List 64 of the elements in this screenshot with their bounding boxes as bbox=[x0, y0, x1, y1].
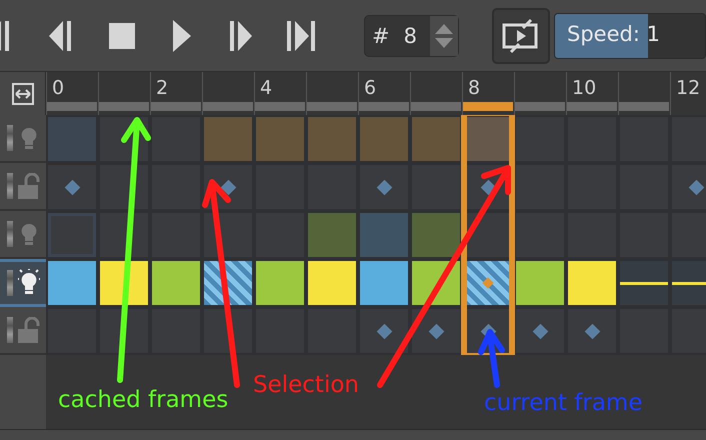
next-frame-icon bbox=[230, 18, 254, 52]
frame-cell[interactable] bbox=[46, 115, 98, 163]
frame-cell[interactable] bbox=[566, 259, 618, 307]
scrollbar[interactable] bbox=[0, 429, 706, 440]
hold-line bbox=[672, 282, 706, 285]
frame-cell[interactable] bbox=[358, 211, 410, 259]
keyframe-cell[interactable] bbox=[358, 163, 410, 211]
hold-line bbox=[620, 282, 668, 285]
up-arrow-icon bbox=[435, 24, 453, 34]
unlocked-icon bbox=[18, 317, 40, 343]
frame-cell[interactable] bbox=[358, 259, 410, 307]
frame-cell[interactable] bbox=[150, 259, 202, 307]
frame-number: 2 bbox=[156, 77, 168, 99]
frame-cell[interactable] bbox=[46, 259, 98, 307]
frame-value: 8 bbox=[404, 24, 418, 48]
annotation-label: current frame bbox=[484, 390, 642, 416]
to-end-icon bbox=[287, 18, 317, 52]
down-arrow-icon bbox=[435, 38, 453, 48]
frame-cell[interactable] bbox=[306, 259, 358, 307]
frame-number: 8 bbox=[468, 77, 480, 99]
frame-number-field[interactable]: # 8 bbox=[364, 14, 459, 56]
unlocked-icon bbox=[18, 173, 40, 199]
annotation-label: Selection bbox=[253, 372, 359, 398]
drop-frames-button[interactable] bbox=[492, 8, 550, 64]
layer-header[interactable] bbox=[0, 259, 46, 307]
keyframe-cell[interactable] bbox=[358, 307, 410, 355]
layer-thumbnail bbox=[7, 317, 13, 343]
keyframe-cell[interactable] bbox=[410, 307, 462, 355]
layer-thumbnail bbox=[7, 173, 13, 199]
stop-icon bbox=[109, 22, 135, 48]
layer-thumbnail bbox=[7, 270, 13, 296]
speed-slider[interactable]: Speed: 1 bbox=[554, 12, 706, 58]
layer-header[interactable] bbox=[0, 307, 46, 355]
layer-header[interactable] bbox=[0, 211, 46, 259]
frame-cell[interactable] bbox=[410, 115, 462, 163]
fit-width-icon bbox=[12, 82, 34, 104]
layer-thumbnail bbox=[7, 125, 13, 151]
layer-header[interactable] bbox=[0, 115, 46, 163]
frame-cell[interactable] bbox=[410, 211, 462, 259]
frame-number: 12 bbox=[676, 77, 700, 99]
frame-cell[interactable] bbox=[202, 115, 254, 163]
frame-number: 0 bbox=[52, 77, 64, 99]
annotation-label: cached frames bbox=[58, 387, 228, 413]
layer-thumbnail bbox=[7, 221, 13, 247]
held-frame-cell[interactable] bbox=[618, 259, 670, 307]
spin-buttons[interactable] bbox=[430, 16, 458, 56]
frame-cell[interactable] bbox=[358, 115, 410, 163]
play-icon bbox=[173, 20, 191, 52]
keyframe-cell[interactable] bbox=[46, 163, 98, 211]
frame-cell[interactable] bbox=[306, 115, 358, 163]
bright-bulb-icon bbox=[18, 269, 40, 297]
keyframe-cell[interactable] bbox=[566, 307, 618, 355]
frame-cell[interactable] bbox=[514, 259, 566, 307]
fit-zoom-button[interactable] bbox=[0, 72, 46, 115]
keyframe-cell[interactable] bbox=[514, 307, 566, 355]
frame-prefix: # bbox=[372, 24, 390, 48]
frame-number: 6 bbox=[364, 77, 376, 99]
layer-header[interactable] bbox=[0, 163, 46, 211]
frame-cell[interactable] bbox=[254, 259, 306, 307]
speed-label: Speed: 1 bbox=[567, 22, 660, 46]
frame-number: 4 bbox=[260, 77, 272, 99]
frame-cell[interactable] bbox=[306, 211, 358, 259]
frame-number: 10 bbox=[572, 77, 596, 99]
frame-cell[interactable] bbox=[254, 115, 306, 163]
